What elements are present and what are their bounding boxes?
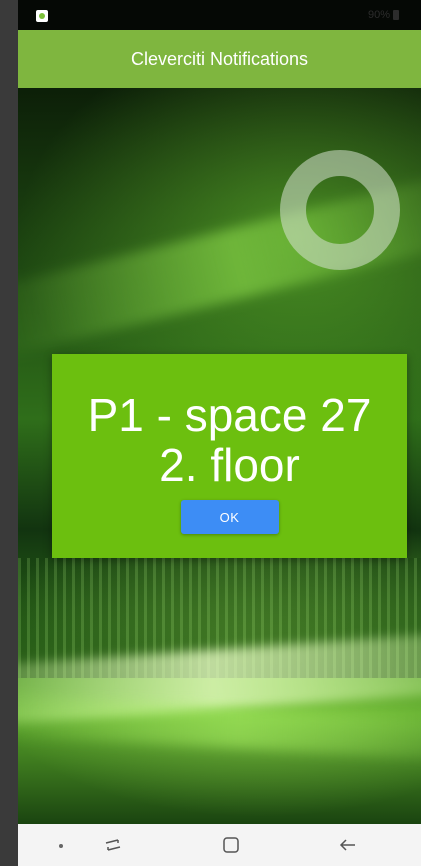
battery-icon	[393, 10, 399, 20]
nav-dot-icon[interactable]	[59, 844, 63, 848]
battery-percentage: 90%	[367, 9, 390, 21]
app-title: Cleverciti Notifications	[130, 48, 309, 69]
status-bar: 90%	[18, 0, 421, 30]
phone-screen: 90% Cleverciti Notifications P1 - space …	[18, 0, 421, 866]
app-bar: Cleverciti Notifications	[18, 30, 421, 88]
page: 90% Cleverciti Notifications P1 - space …	[0, 0, 421, 866]
back-icon[interactable]	[338, 835, 358, 860]
notification-app-icon	[36, 10, 48, 22]
ok-button[interactable]: OK	[180, 500, 279, 534]
notification-dialog: P1 - space 27 2. floor OK	[52, 354, 407, 558]
status-right: 90%	[368, 9, 399, 21]
navigation-bar	[18, 824, 421, 866]
recent-apps-icon[interactable]	[103, 835, 123, 860]
dialog-parking-space: P1 - space 27	[87, 389, 372, 441]
ring-graphic	[280, 150, 400, 270]
home-icon[interactable]	[221, 835, 241, 860]
dialog-floor: 2. floor	[159, 439, 300, 491]
